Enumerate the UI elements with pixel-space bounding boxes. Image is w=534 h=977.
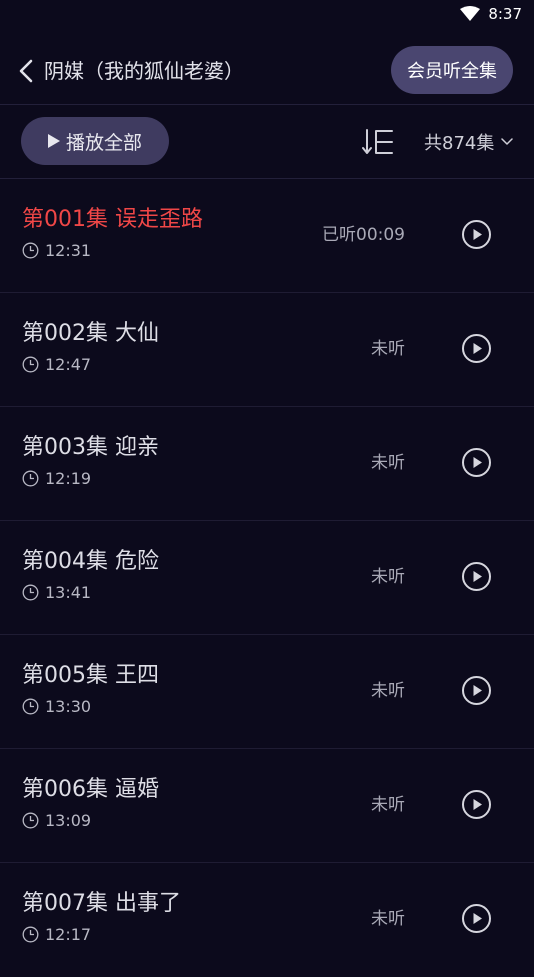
clock-icon — [22, 470, 39, 487]
episode-duration: 12:31 — [22, 241, 91, 260]
play-circle-icon[interactable] — [461, 447, 492, 478]
sort-order-button[interactable] — [362, 127, 396, 157]
listen-status: 未听 — [371, 681, 405, 701]
play-circle-icon[interactable] — [461, 903, 492, 934]
clock-icon — [22, 356, 39, 373]
play-icon — [47, 134, 60, 148]
toolbar: 播放全部 共874集 — [0, 105, 534, 178]
clock-icon — [22, 812, 39, 829]
episode-duration: 12:47 — [22, 355, 91, 374]
play-circle-icon[interactable] — [461, 219, 492, 250]
episode-count-selector[interactable]: 共874集 — [424, 129, 514, 155]
play-circle-icon[interactable] — [461, 789, 492, 820]
chevron-down-icon — [501, 138, 514, 145]
listen-status: 未听 — [371, 339, 405, 359]
status-bar: 8:37 — [0, 0, 534, 28]
duration-text: 13:09 — [45, 811, 92, 830]
wifi-icon — [460, 6, 481, 22]
duration-text: 12:31 — [45, 241, 92, 260]
episode-duration: 12:17 — [22, 925, 91, 944]
clock-icon — [22, 242, 39, 259]
episode-row[interactable]: 第001集 误走歪路 12:31 已听00:09 — [0, 179, 534, 293]
episode-title: 第004集 危险 — [22, 549, 159, 574]
episode-row[interactable]: 第003集 迎亲 12:19 未听 — [0, 407, 534, 521]
episode-row[interactable]: 第007集 出事了 12:17 未听 — [0, 863, 534, 977]
episode-title: 第005集 王四 — [22, 663, 159, 688]
episode-duration: 13:09 — [22, 811, 91, 830]
duration-text: 12:19 — [45, 469, 92, 488]
duration-text: 13:30 — [45, 697, 92, 716]
listen-status: 未听 — [371, 909, 405, 929]
episode-duration: 13:30 — [22, 697, 91, 716]
chevron-left-icon — [19, 59, 33, 83]
listen-status: 未听 — [371, 567, 405, 587]
episode-row[interactable]: 第006集 逼婚 13:09 未听 — [0, 749, 534, 863]
play-circle-icon[interactable] — [461, 333, 492, 364]
episode-row[interactable]: 第004集 危险 13:41 未听 — [0, 521, 534, 635]
duration-text: 12:17 — [45, 925, 92, 944]
back-button[interactable] — [14, 57, 38, 85]
listen-status: 未听 — [371, 453, 405, 473]
episode-duration: 12:19 — [22, 469, 91, 488]
episode-title: 第002集 大仙 — [22, 321, 159, 346]
play-all-label: 播放全部 — [65, 131, 142, 154]
episode-title: 第001集 误走歪路 — [22, 207, 203, 232]
sort-icon — [362, 129, 393, 154]
play-circle-icon[interactable] — [461, 675, 492, 706]
episode-row[interactable]: 第002集 大仙 12:47 未听 — [0, 293, 534, 407]
listen-status: 已听00:09 — [322, 225, 405, 245]
duration-text: 12:47 — [45, 355, 92, 374]
episode-title: 第007集 出事了 — [22, 891, 181, 916]
episode-list: 第001集 误走歪路 12:31 已听00:09 第002集 大仙 12:47 … — [0, 179, 534, 977]
listen-status: 未听 — [371, 795, 405, 815]
clock-icon — [22, 698, 39, 715]
clock-icon — [22, 926, 39, 943]
episode-duration: 13:41 — [22, 583, 91, 602]
header: 阴媒（我的狐仙老婆） 会员听全集 — [0, 38, 534, 104]
episode-count-label: 共874集 — [424, 133, 495, 154]
play-circle-icon[interactable] — [461, 561, 492, 592]
episode-title: 第006集 逼婚 — [22, 777, 159, 802]
status-time: 8:37 — [488, 5, 522, 23]
clock-icon — [22, 584, 39, 601]
episode-row[interactable]: 第005集 王四 13:30 未听 — [0, 635, 534, 749]
page-title: 阴媒（我的狐仙老婆） — [44, 59, 244, 83]
vip-listen-all-button[interactable]: 会员听全集 — [391, 46, 513, 94]
play-all-button[interactable]: 播放全部 — [21, 117, 169, 165]
episode-title: 第003集 迎亲 — [22, 435, 159, 460]
duration-text: 13:41 — [45, 583, 92, 602]
